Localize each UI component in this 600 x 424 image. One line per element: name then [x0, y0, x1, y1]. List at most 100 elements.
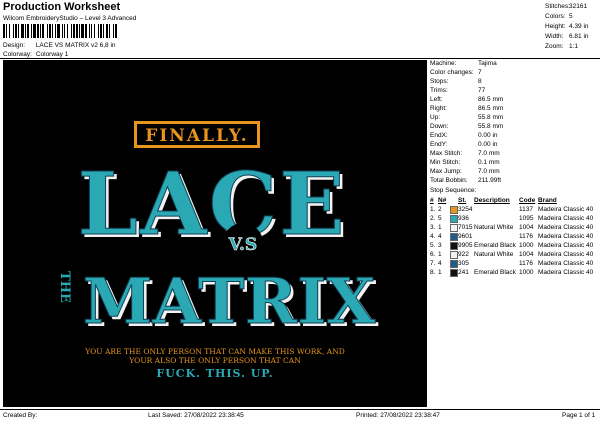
col-header-brand: Brand [538, 197, 557, 204]
stat-value: 1:1 [569, 43, 579, 50]
machine-info-value: 7.0 mm [478, 150, 500, 157]
thread-description-cell [474, 205, 519, 214]
machine-info-key: Machine: [430, 60, 457, 67]
needle-num-cell: 1 [438, 251, 442, 258]
barcode [3, 24, 153, 38]
footer-printed: Printed: 27/08/2022 23:38:47 [356, 412, 440, 419]
barcode-bar [117, 24, 118, 38]
machine-info-key: Stops: [430, 78, 449, 85]
thread-description-cell [474, 232, 519, 241]
design-value: LACE VS MATRIX v2 6,8 in [35, 42, 116, 49]
design-row: Design: LACE VS MATRIX v2 6,8 in [3, 42, 116, 49]
machine-info-value: 211.99ft [478, 177, 502, 184]
row-num-cell: 4. [430, 233, 436, 240]
matrix-text: MATRIX [83, 264, 376, 338]
stat-row: Width: 6.81 in [545, 33, 589, 43]
color-swatch-icon [450, 214, 458, 223]
table-header-row: # N# St. Description Code Brand [430, 196, 598, 205]
machine-info-value: 8 [478, 78, 482, 85]
color-swatch-icon [450, 268, 458, 277]
color-swatch-cell [450, 232, 458, 241]
stat-value: 6.81 in [569, 33, 589, 40]
thread-description-cell [474, 259, 519, 268]
quote-line-1: YOU ARE THE ONLY PERSON THAT CAN MAKE TH… [84, 347, 345, 356]
machine-info-key: Down: [430, 123, 449, 130]
color-swatch-icon [450, 232, 458, 241]
color-swatch-icon [450, 259, 458, 268]
table-row: 2. 5 936 1095 Madeira Classic 40 [430, 214, 598, 223]
row-num-cell: 8. [430, 269, 436, 276]
machine-info-row: Left: 86.5 mm [430, 96, 598, 105]
thread-description-cell: Emerald Black [474, 269, 516, 276]
row-num-cell: 3. [430, 224, 436, 231]
stitch-count-cell: 922 [458, 251, 469, 258]
page-title: Production Worksheet [3, 1, 121, 13]
machine-info-key: Max Jump: [430, 168, 462, 175]
machine-info-key: EndY: [430, 141, 448, 148]
machine-info-key: EndX: [430, 132, 448, 139]
col-header-num: # [430, 197, 434, 204]
machine-info-row: EndY: 0.00 in [430, 141, 598, 150]
machine-info-value: 77 [478, 87, 486, 94]
needle-num-cell: 4 [438, 233, 442, 240]
stat-key: Stitches: [545, 3, 570, 10]
color-swatch-cell [450, 205, 458, 214]
machine-info-row: Color changes: 7 [430, 69, 598, 78]
needle-num-cell: 2 [438, 206, 442, 213]
row-num-cell: 1. [430, 206, 436, 213]
stat-value: 32161 [569, 3, 588, 10]
header-divider [0, 58, 600, 59]
stitch-count-cell: 9601 [458, 233, 473, 240]
the-text: THE [57, 271, 72, 303]
thread-brand-cell: Madeira Classic 40 [538, 251, 594, 258]
thread-brand-cell: Madeira Classic 40 [538, 233, 594, 240]
machine-info-row: Machine: Tajima [430, 60, 598, 69]
row-num-cell: 2. [430, 215, 436, 222]
stat-row: Zoom: 1:1 [545, 43, 589, 53]
needle-num-cell: 1 [438, 224, 442, 231]
table-row: 6. 1 922 Natural White 1004 Madeira Classic 4… [430, 250, 598, 259]
machine-info-value: 7.0 mm [478, 168, 500, 175]
machine-info-row: Trims: 77 [430, 87, 598, 96]
machine-info-key: Color changes: [430, 69, 474, 76]
machine-info-row: Right: 86.5 mm [430, 105, 598, 114]
footer-created-by: Created By: [3, 412, 38, 419]
machine-info-key: Trims: [430, 87, 448, 94]
stats-panel: Stitches: 32161 Colors: 5 Height: 4.39 in W… [545, 3, 589, 53]
stat-key: Zoom: [545, 43, 564, 50]
thread-code-cell: 1000 [519, 242, 534, 249]
machine-info-row: Up: 55.8 mm [430, 114, 598, 123]
software-name: Wilcom EmbroideryStudio – Level 3 Advanc… [3, 15, 137, 22]
color-swatch-icon [450, 223, 458, 232]
row-num-cell: 5. [430, 242, 436, 249]
machine-info-row: Max Stitch: 7.0 mm [430, 150, 598, 159]
machine-info-row: EndX: 0.00 in [430, 132, 598, 141]
design-preview: FINALLY. LACE LACE V.S THE MATRIX MATRIX… [3, 60, 427, 407]
stat-value: 5 [569, 13, 573, 20]
color-swatch-cell [450, 214, 458, 223]
stitch-count-cell: 7015 [458, 224, 473, 231]
table-row: 7. 4 305 1176 Madeira Classic 40 [430, 259, 598, 268]
stitch-count-cell: 305 [458, 260, 469, 267]
thread-description-cell [474, 214, 519, 223]
machine-info-key: Up: [430, 114, 441, 121]
thread-code-cell: 1176 [519, 233, 533, 240]
machine-info-value: 86.5 mm [478, 96, 504, 103]
col-header-description: Description [474, 197, 510, 204]
thread-code-cell: 1000 [519, 269, 534, 276]
colorway-value: Colorway 1 [35, 51, 69, 58]
col-header-code: Code [519, 197, 536, 204]
machine-info-key: Total Bobbin: [430, 177, 468, 184]
col-header-swatch [450, 196, 458, 205]
color-swatch-icon [450, 205, 458, 214]
colorway-label: Colorway: [3, 51, 32, 58]
table-row: 5. 3 9905 Emerald Black 1000 Madeira Classic … [430, 241, 598, 250]
thread-description-cell: Natural White [474, 224, 514, 231]
machine-info-key: Left: [430, 96, 443, 103]
colorway-row: Colorway: Colorway 1 [3, 51, 68, 58]
machine-info-value: 55.8 mm [478, 123, 504, 130]
color-swatch-cell [450, 241, 458, 250]
table-row: 4. 4 9601 1176 Madeira Classic 40 [430, 232, 598, 241]
stitch-count-cell: 9905 [458, 242, 473, 249]
lace-text: LACE [77, 154, 346, 255]
